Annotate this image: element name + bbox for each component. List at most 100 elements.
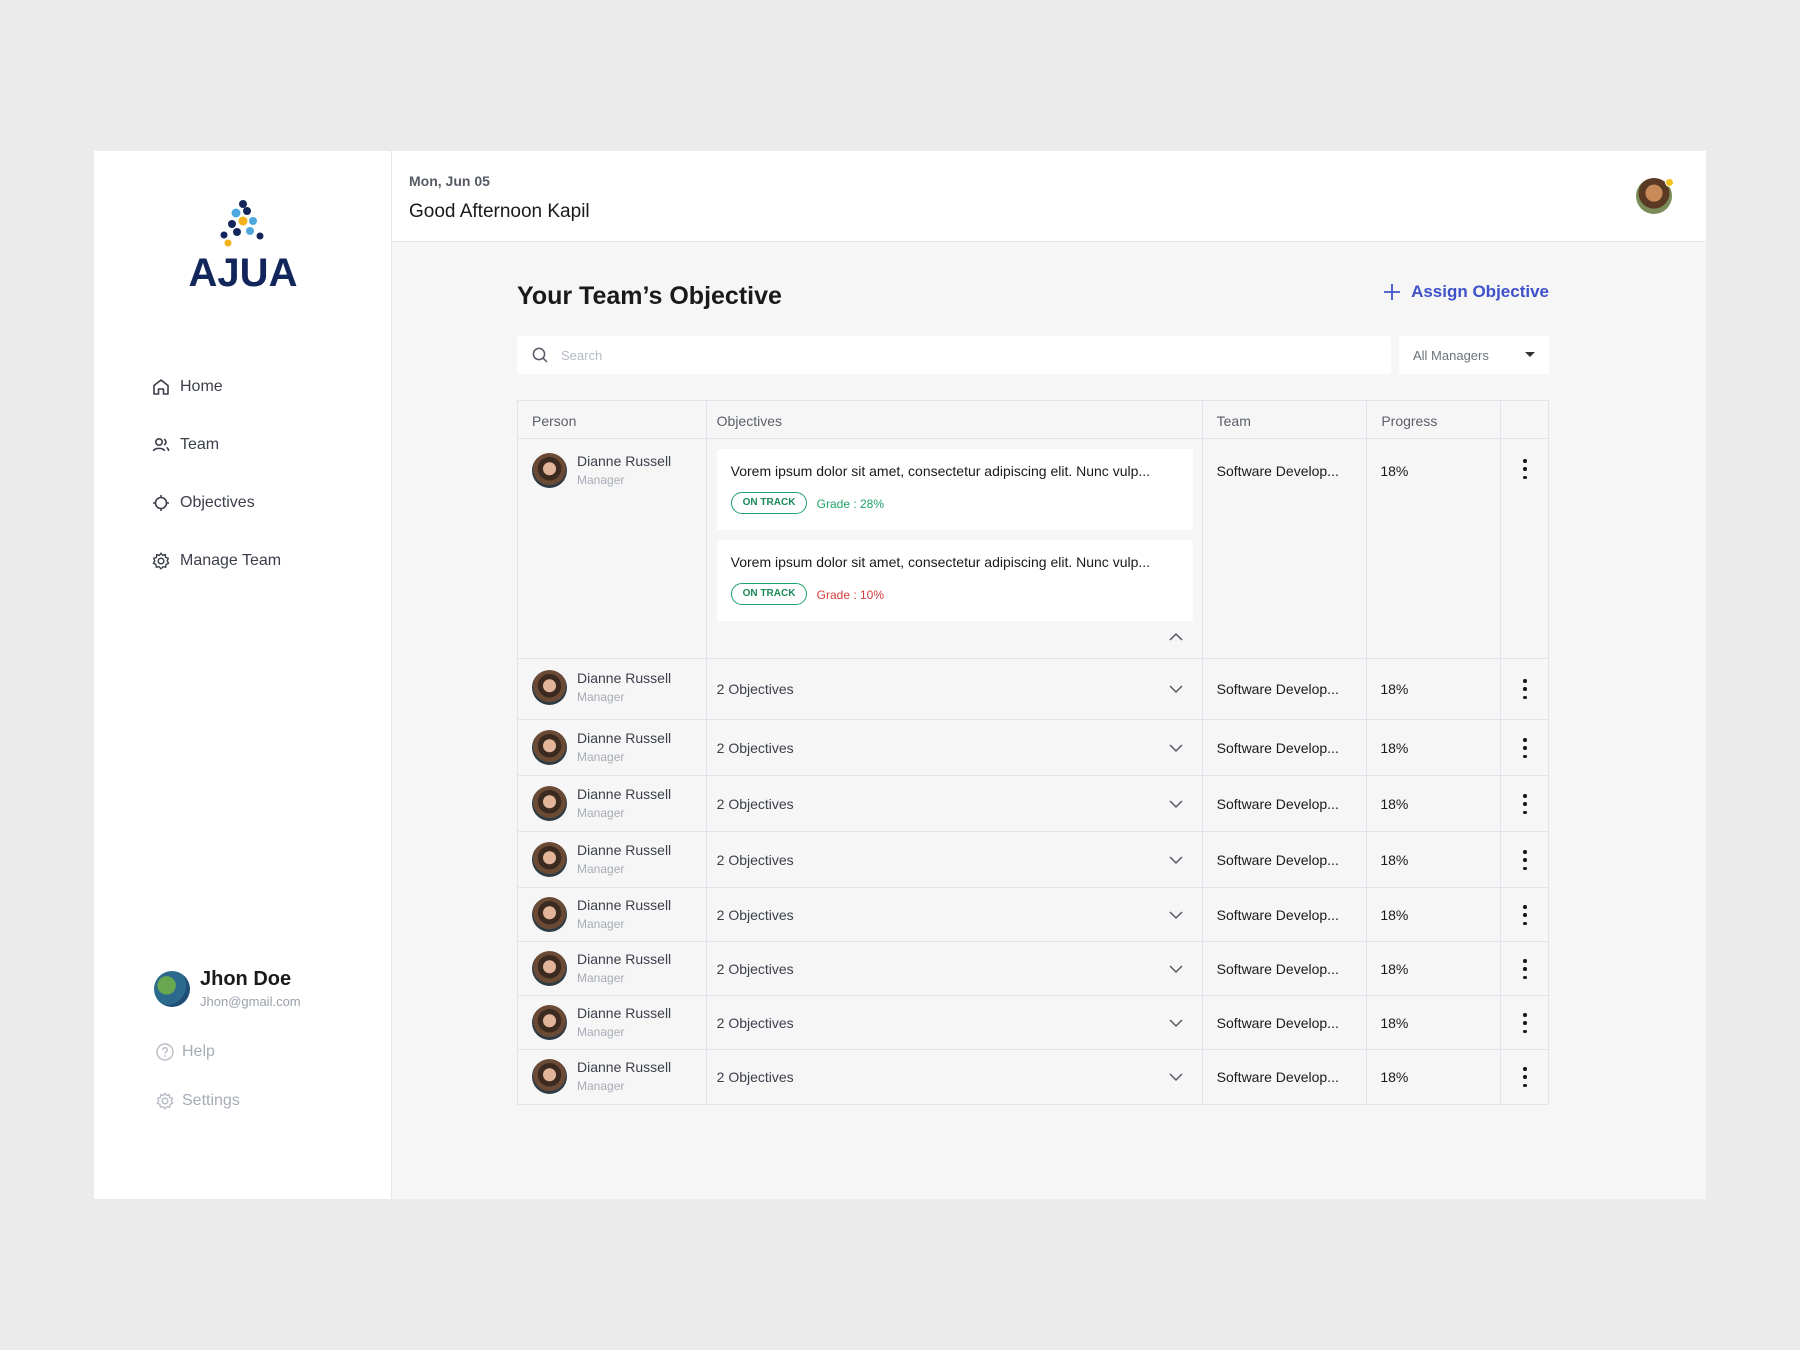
status-badge: ON TRACK <box>730 492 808 514</box>
actions-cell <box>1501 659 1548 719</box>
table-row[interactable]: Dianne Russell Manager 2 Objectives Softw… <box>518 996 1548 1050</box>
table-row[interactable]: Dianne Russell Manager 2 Objectives Softw… <box>518 1050 1548 1104</box>
progress-value: 18% <box>1380 463 1409 479</box>
help-label: Help <box>182 1043 215 1060</box>
more-options-icon[interactable] <box>1522 1013 1528 1033</box>
avatar <box>154 970 190 1007</box>
more-options-icon[interactable] <box>1522 738 1528 758</box>
main-area: Mon, Jun 05 Good Afternoon Kapil Your Te… <box>392 151 1706 1199</box>
help-link[interactable]: Help <box>154 1041 215 1063</box>
search-input[interactable] <box>561 347 1341 363</box>
target-icon <box>150 492 172 514</box>
more-options-icon[interactable] <box>1522 794 1528 814</box>
person-cell: Dianne Russell Manager <box>518 996 707 1049</box>
more-options-icon[interactable] <box>1522 959 1528 979</box>
nav-item-home[interactable]: Home <box>150 373 281 401</box>
actions-cell <box>1501 439 1548 658</box>
person-cell: Dianne Russell Manager <box>518 659 707 719</box>
user-name: Jhon Doe <box>200 968 292 990</box>
person-role: Manager <box>577 806 625 820</box>
actions-cell <box>1501 1050 1548 1104</box>
column-header-team[interactable]: Team <box>1203 401 1368 438</box>
ajua-logo[interactable]: AJUA <box>188 199 298 299</box>
person-name: Dianne Russell <box>577 670 672 686</box>
team-cell: Software Develop... <box>1203 439 1368 658</box>
more-options-icon[interactable] <box>1522 679 1528 699</box>
objectives-cell: 2 Objectives <box>707 942 1203 995</box>
more-options-icon[interactable] <box>1522 850 1528 870</box>
person-cell: Dianne Russell Manager <box>518 888 707 941</box>
nav-item-manage-team[interactable]: Manage Team <box>150 547 281 575</box>
current-user[interactable]: Jhon Doe Jhon@gmail.com <box>154 968 301 1009</box>
nav-item-team[interactable]: Team <box>150 431 281 459</box>
greeting: Good Afternoon Kapil <box>409 201 590 222</box>
chevron-down-icon[interactable] <box>1168 1072 1184 1082</box>
person: Dianne Russell Manager <box>532 670 671 705</box>
search-bar[interactable] <box>517 336 1391 374</box>
progress-cell: 18% <box>1367 439 1502 658</box>
progress-value: 18% <box>1380 907 1409 923</box>
app-window: AJUA Home Team Objectives Manage Team Jh… <box>94 151 1706 1199</box>
avatar <box>532 730 567 765</box>
progress-cell: 18% <box>1367 776 1502 831</box>
nav-label: Home <box>180 378 223 395</box>
avatar <box>532 1005 567 1040</box>
more-options-icon[interactable] <box>1522 905 1528 925</box>
progress-value: 18% <box>1380 681 1409 697</box>
assign-objective-button[interactable]: Assign Objective <box>1383 282 1549 302</box>
person-name: Dianne Russell <box>577 951 672 967</box>
profile-avatar[interactable] <box>1636 178 1674 214</box>
more-options-icon[interactable] <box>1522 1067 1528 1087</box>
table-row-expanded[interactable]: Dianne Russell Manager Vorem ipsum dolor… <box>518 439 1548 659</box>
person-name: Dianne Russell <box>577 453 672 469</box>
help-icon <box>154 1041 176 1063</box>
column-header-progress[interactable]: Progress <box>1367 401 1502 438</box>
chevron-down-icon[interactable] <box>1168 855 1184 865</box>
person: Dianne Russell Manager <box>532 1059 671 1094</box>
assign-objective-label: Assign Objective <box>1411 282 1549 301</box>
table-row[interactable]: Dianne Russell Manager 2 Objectives Softw… <box>518 720 1548 776</box>
objective-card[interactable]: Vorem ipsum dolor sit amet, consectetur … <box>716 449 1193 530</box>
chevron-down-icon[interactable] <box>1168 743 1184 753</box>
grade-label: Grade : 28% <box>816 497 885 511</box>
objective-text: Vorem ipsum dolor sit amet, consectetur … <box>730 463 1151 479</box>
column-header-person[interactable]: Person <box>518 401 707 438</box>
chevron-down-icon[interactable] <box>1168 684 1184 694</box>
team-cell: Software Develop... <box>1203 720 1368 775</box>
person-role: Manager <box>577 1025 625 1039</box>
column-header-objectives[interactable]: Objectives <box>707 401 1203 438</box>
person-cell: Dianne Russell Manager <box>518 1050 707 1104</box>
actions-cell <box>1501 832 1548 887</box>
settings-link[interactable]: Settings <box>154 1090 240 1112</box>
gear-icon <box>150 550 172 572</box>
chevron-down-icon[interactable] <box>1168 910 1184 920</box>
table-row[interactable]: Dianne Russell Manager 2 Objectives Softw… <box>518 942 1548 996</box>
progress-cell: 18% <box>1367 1050 1502 1104</box>
table-row[interactable]: Dianne Russell Manager 2 Objectives Softw… <box>518 659 1548 720</box>
chevron-down-icon[interactable] <box>1168 964 1184 974</box>
objective-card[interactable]: Vorem ipsum dolor sit amet, consectetur … <box>716 540 1193 621</box>
avatar <box>532 786 567 821</box>
sidebar: AJUA Home Team Objectives Manage Team Jh… <box>94 151 392 1199</box>
objective-count: 2 Objectives <box>716 907 794 923</box>
home-icon <box>150 376 172 398</box>
plus-icon <box>1383 282 1401 302</box>
objectives-cell: 2 Objectives <box>707 659 1203 719</box>
nav-item-objectives[interactable]: Objectives <box>150 489 281 517</box>
progress-value: 18% <box>1380 852 1409 868</box>
logo-mark-icon <box>220 200 264 247</box>
chevron-down-icon[interactable] <box>1168 799 1184 809</box>
table-row[interactable]: Dianne Russell Manager 2 Objectives Softw… <box>518 832 1548 888</box>
table-row[interactable]: Dianne Russell Manager 2 Objectives Softw… <box>518 776 1548 832</box>
more-options-icon[interactable] <box>1522 459 1528 479</box>
objectives-cell: 2 Objectives <box>707 888 1203 941</box>
objective-count: 2 Objectives <box>716 961 794 977</box>
chevron-down-icon[interactable] <box>1168 1018 1184 1028</box>
chevron-up-icon[interactable] <box>1168 632 1184 642</box>
user-email: Jhon@gmail.com <box>200 994 301 1009</box>
team-cell: Software Develop... <box>1203 1050 1368 1104</box>
manager-filter-dropdown[interactable]: All Managers <box>1399 336 1549 374</box>
person-cell: Dianne Russell Manager <box>518 776 707 831</box>
person: Dianne Russell Manager <box>532 842 671 877</box>
table-row[interactable]: Dianne Russell Manager 2 Objectives Softw… <box>518 888 1548 942</box>
